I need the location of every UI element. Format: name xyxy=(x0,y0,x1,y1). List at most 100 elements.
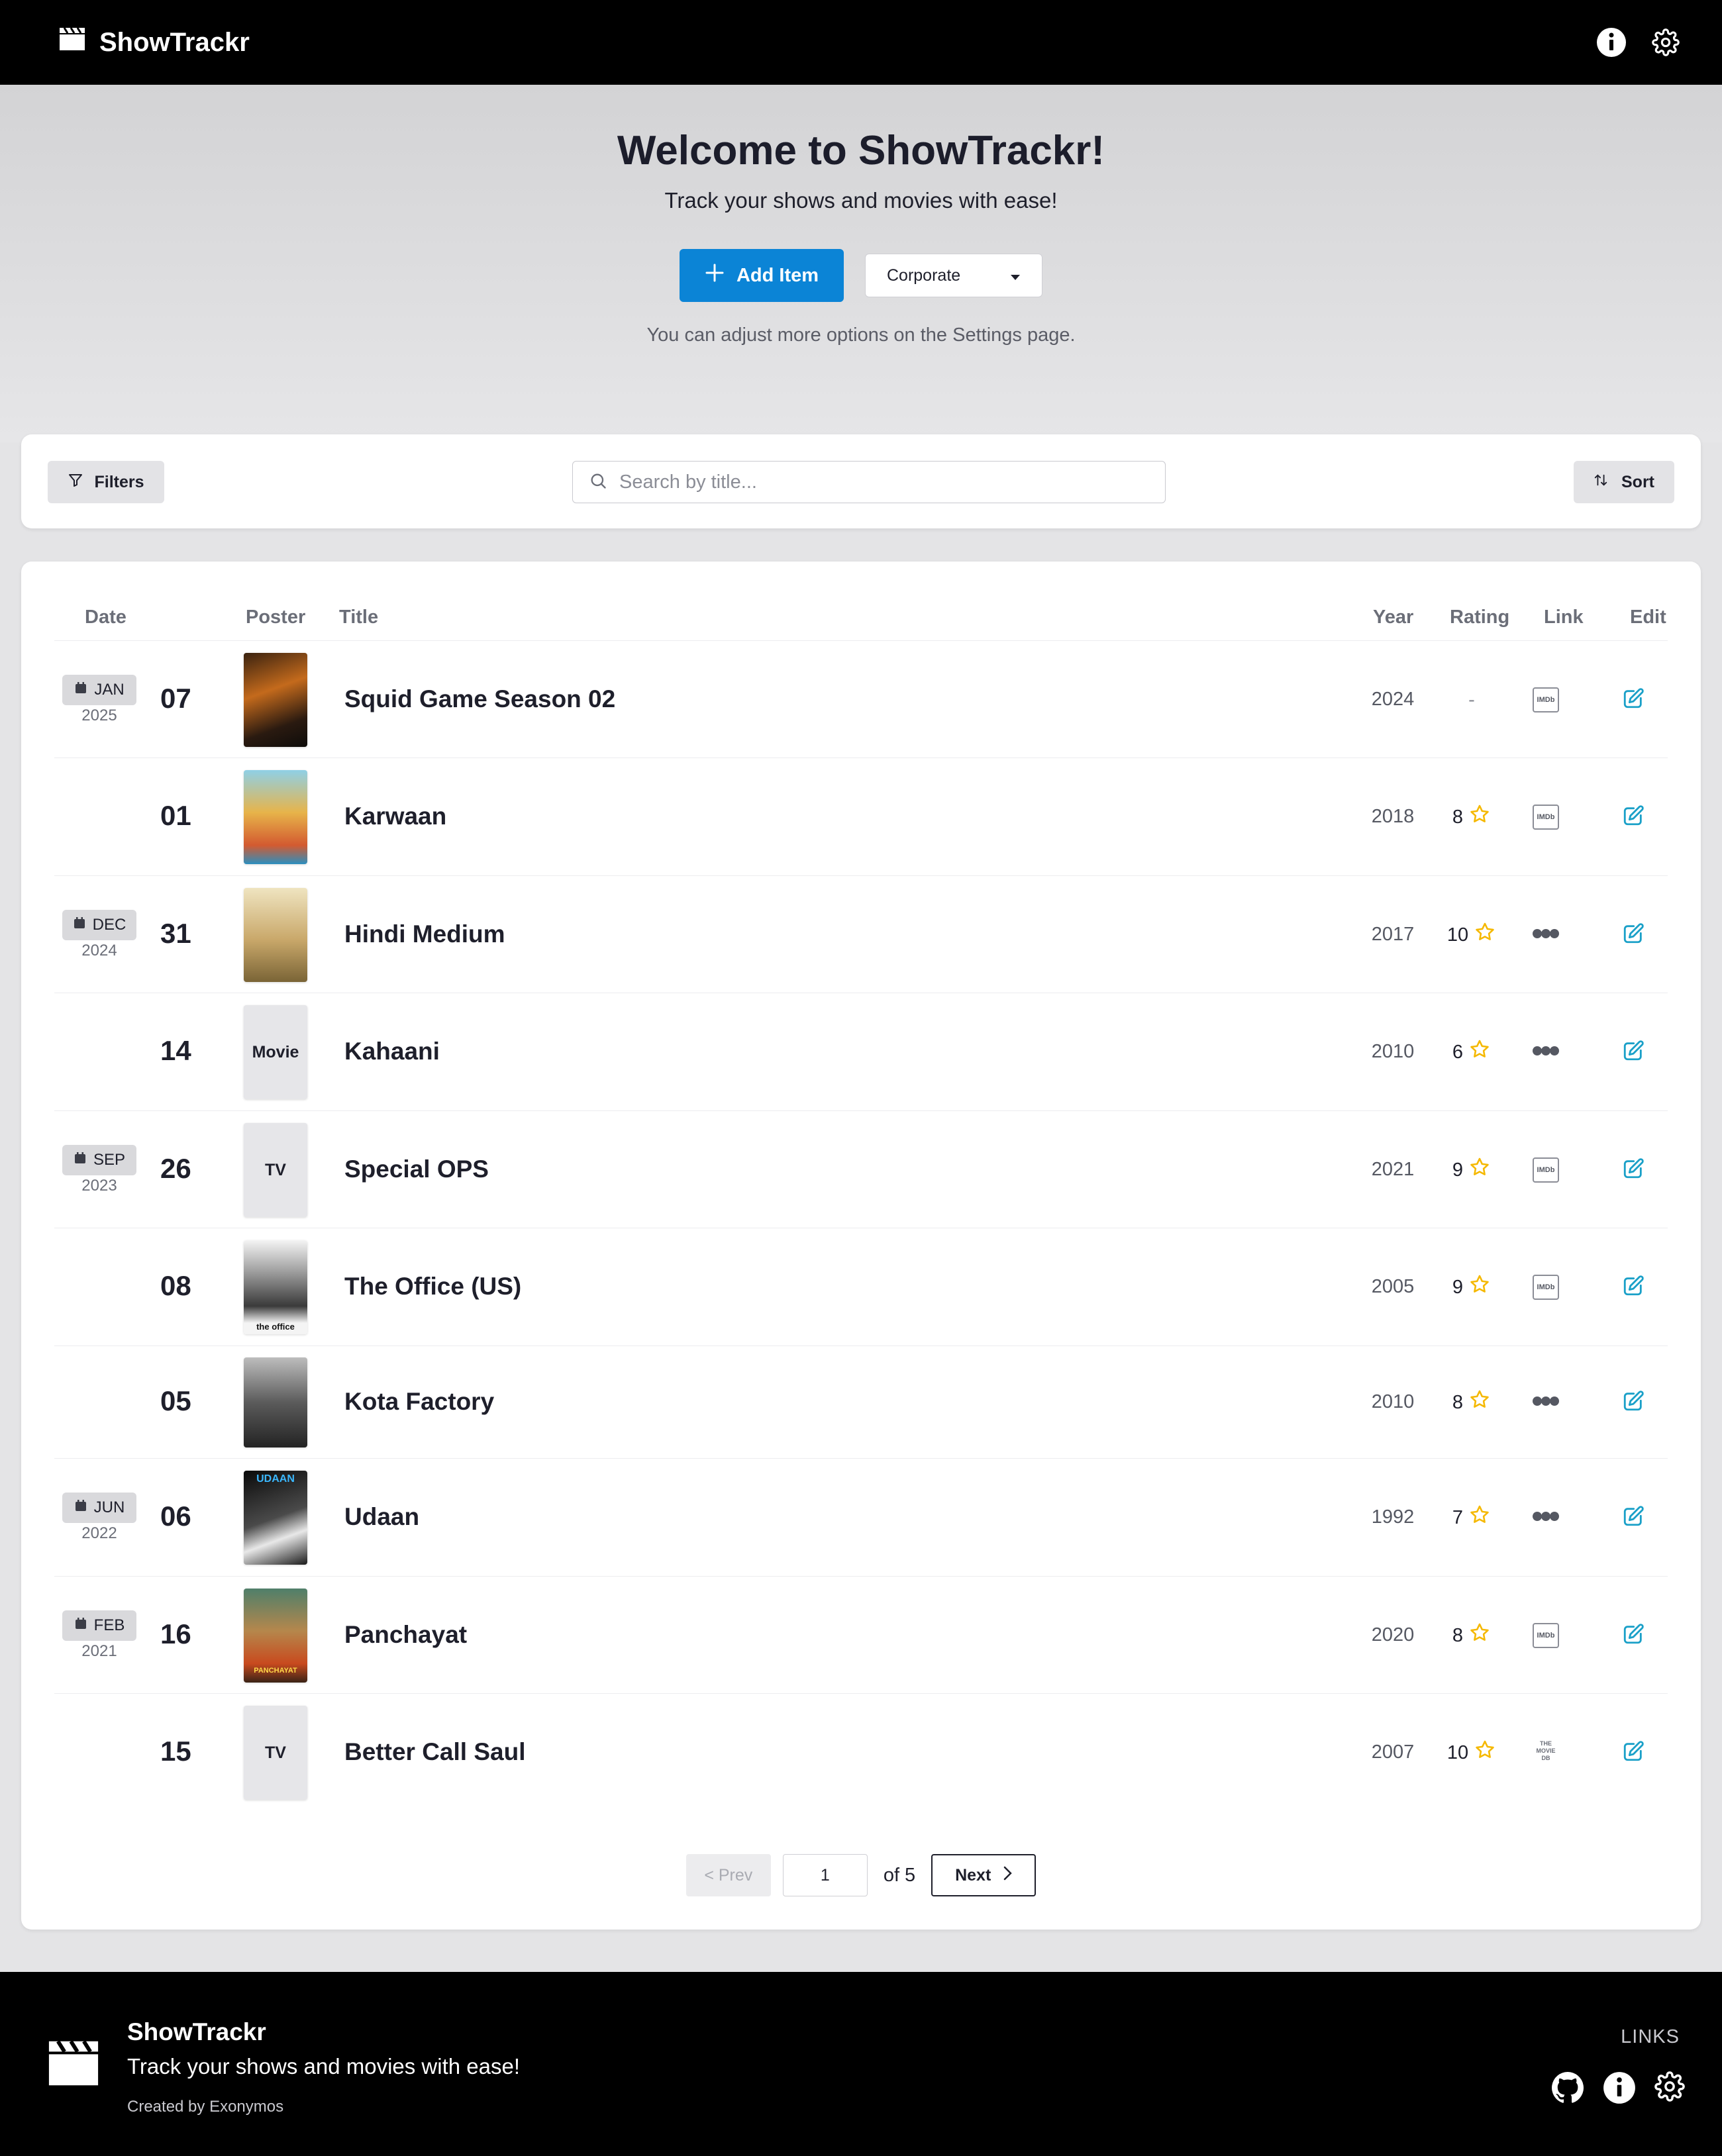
header-poster: Poster xyxy=(246,607,306,628)
table-row[interactable]: FEB 2021 16 PANCHAYAT Panchayat 2020 8 IMDb xyxy=(54,1577,1668,1694)
edit-button[interactable] xyxy=(1617,1157,1649,1182)
date-year: 2025 xyxy=(81,707,117,724)
table-row[interactable]: 08 the office The Office (US) 2005 9 IMDb xyxy=(54,1228,1668,1346)
poster-image[interactable] xyxy=(244,1357,307,1447)
poster-image[interactable]: Movie xyxy=(244,1005,307,1099)
poster-label: TV xyxy=(265,1743,286,1762)
table-row[interactable]: DEC 2024 31 Hindi Medium 2017 10 xyxy=(54,876,1668,993)
external-link[interactable]: IMDb xyxy=(1526,1622,1566,1649)
header-year[interactable]: Year xyxy=(1373,607,1413,628)
external-link[interactable]: THE MOVIE DB xyxy=(1526,1740,1566,1766)
star-icon xyxy=(1474,1739,1496,1767)
table-row[interactable]: 15 TV Better Call Saul 2007 10 THE MOVIE DB xyxy=(54,1694,1668,1812)
external-link[interactable] xyxy=(1526,922,1566,948)
item-rating: - xyxy=(1432,685,1511,714)
edit-button[interactable] xyxy=(1617,1623,1649,1647)
external-link[interactable] xyxy=(1526,1504,1566,1531)
add-item-button[interactable]: Add Item xyxy=(680,249,844,302)
table-row[interactable]: 14 Movie Kahaani 2010 6 xyxy=(54,993,1668,1111)
edit-button[interactable] xyxy=(1617,1275,1649,1299)
tmdb-icon: THE MOVIE DB xyxy=(1536,1740,1556,1761)
item-title[interactable]: Karwaan xyxy=(344,803,446,830)
edit-button[interactable] xyxy=(1617,687,1649,712)
sort-button[interactable]: Sort xyxy=(1574,461,1674,503)
edit-button[interactable] xyxy=(1617,805,1649,829)
item-rating: 9 xyxy=(1432,1273,1511,1302)
star-icon xyxy=(1468,1273,1491,1301)
brand[interactable]: ShowTrackr xyxy=(58,26,250,58)
item-title[interactable]: Kota Factory xyxy=(344,1388,494,1416)
rating-value: 7 xyxy=(1452,1506,1464,1528)
item-year: 2010 xyxy=(1371,1391,1415,1412)
footer-brand: ShowTrackr xyxy=(127,2018,266,2045)
settings-gear-icon[interactable] xyxy=(1649,26,1682,59)
external-link[interactable]: IMDb xyxy=(1526,804,1566,830)
item-title[interactable]: Squid Game Season 02 xyxy=(344,685,615,713)
poster-image[interactable]: UDAAN xyxy=(244,1471,307,1565)
external-link[interactable]: IMDb xyxy=(1526,687,1566,713)
imdb-icon: IMDb xyxy=(1533,1157,1559,1183)
footer-info-icon[interactable] xyxy=(1603,2071,1636,2108)
header-date[interactable]: Date xyxy=(85,607,127,628)
header-edit: Edit xyxy=(1630,607,1666,628)
page-number-input[interactable] xyxy=(782,1854,868,1896)
poster-image[interactable]: the office xyxy=(244,1240,307,1334)
github-icon[interactable] xyxy=(1551,2071,1584,2108)
item-rating: 8 xyxy=(1432,803,1511,832)
poster-label: the office xyxy=(256,1322,295,1332)
calendar-icon xyxy=(73,916,86,934)
pagination: < Prev of 5 Next xyxy=(21,1854,1701,1896)
external-link[interactable]: IMDb xyxy=(1526,1274,1566,1300)
item-year: 2010 xyxy=(1371,1041,1415,1062)
filters-label: Filters xyxy=(94,472,144,491)
poster-label: PANCHAYAT xyxy=(254,1667,297,1675)
external-link[interactable]: IMDb xyxy=(1526,1157,1566,1183)
sort-arrows-icon xyxy=(1594,473,1608,492)
table-row[interactable]: 01 Karwaan 2018 8 IMDb xyxy=(54,758,1668,876)
star-icon xyxy=(1468,803,1491,831)
item-title[interactable]: The Office (US) xyxy=(344,1273,521,1300)
rating-value: 10 xyxy=(1446,1741,1469,1763)
header-title[interactable]: Title xyxy=(339,607,378,628)
search-input[interactable] xyxy=(619,471,1149,493)
table-row[interactable]: JUN 2022 06 UDAAN Udaan 1992 7 xyxy=(54,1459,1668,1577)
edit-button[interactable] xyxy=(1617,1390,1649,1414)
theme-select[interactable]: Corporate xyxy=(865,254,1042,297)
edit-button[interactable] xyxy=(1617,1740,1649,1765)
poster-image[interactable]: TV xyxy=(244,1706,307,1800)
filters-button[interactable]: Filters xyxy=(48,461,164,503)
date-day: 31 xyxy=(160,918,191,949)
item-title[interactable]: Udaan xyxy=(344,1503,419,1531)
poster-image[interactable] xyxy=(244,888,307,982)
table-row[interactable]: JAN 2025 07 Squid Game Season 02 2024 - IMDb xyxy=(54,641,1668,758)
info-icon[interactable] xyxy=(1595,26,1628,59)
date-day: 14 xyxy=(160,1035,191,1066)
item-title[interactable]: Panchayat xyxy=(344,1621,467,1649)
footer-links-heading: LINKS xyxy=(1621,2026,1680,2047)
poster-image[interactable] xyxy=(244,653,307,747)
poster-image[interactable] xyxy=(244,770,307,864)
caret-down-icon xyxy=(1010,266,1021,285)
table-row[interactable]: SEP 2023 26 TV Special OPS 2021 9 IMDb xyxy=(54,1111,1668,1228)
header-rating[interactable]: Rating xyxy=(1450,607,1509,628)
next-page-button[interactable]: Next xyxy=(931,1854,1037,1896)
poster-image[interactable]: PANCHAYAT xyxy=(244,1589,307,1683)
poster-image[interactable]: TV xyxy=(244,1123,307,1217)
item-title[interactable]: Better Call Saul xyxy=(344,1738,525,1766)
star-icon xyxy=(1474,921,1496,949)
external-link[interactable] xyxy=(1526,1389,1566,1416)
plus-icon xyxy=(705,263,725,288)
edit-button[interactable] xyxy=(1617,922,1649,947)
footer-settings-gear-icon[interactable] xyxy=(1654,2071,1685,2108)
rating-value: 10 xyxy=(1446,924,1469,946)
item-title[interactable]: Kahaani xyxy=(344,1038,440,1065)
item-title[interactable]: Special OPS xyxy=(344,1155,489,1183)
date-month: JUN xyxy=(93,1498,125,1516)
calendar-icon xyxy=(74,1616,87,1635)
edit-button[interactable] xyxy=(1617,1040,1649,1064)
external-link[interactable] xyxy=(1526,1039,1566,1065)
table-row[interactable]: 05 Kota Factory 2010 8 xyxy=(54,1346,1668,1459)
item-title[interactable]: Hindi Medium xyxy=(344,920,505,948)
prev-page-button[interactable]: < Prev xyxy=(685,1854,771,1896)
edit-button[interactable] xyxy=(1617,1505,1649,1530)
